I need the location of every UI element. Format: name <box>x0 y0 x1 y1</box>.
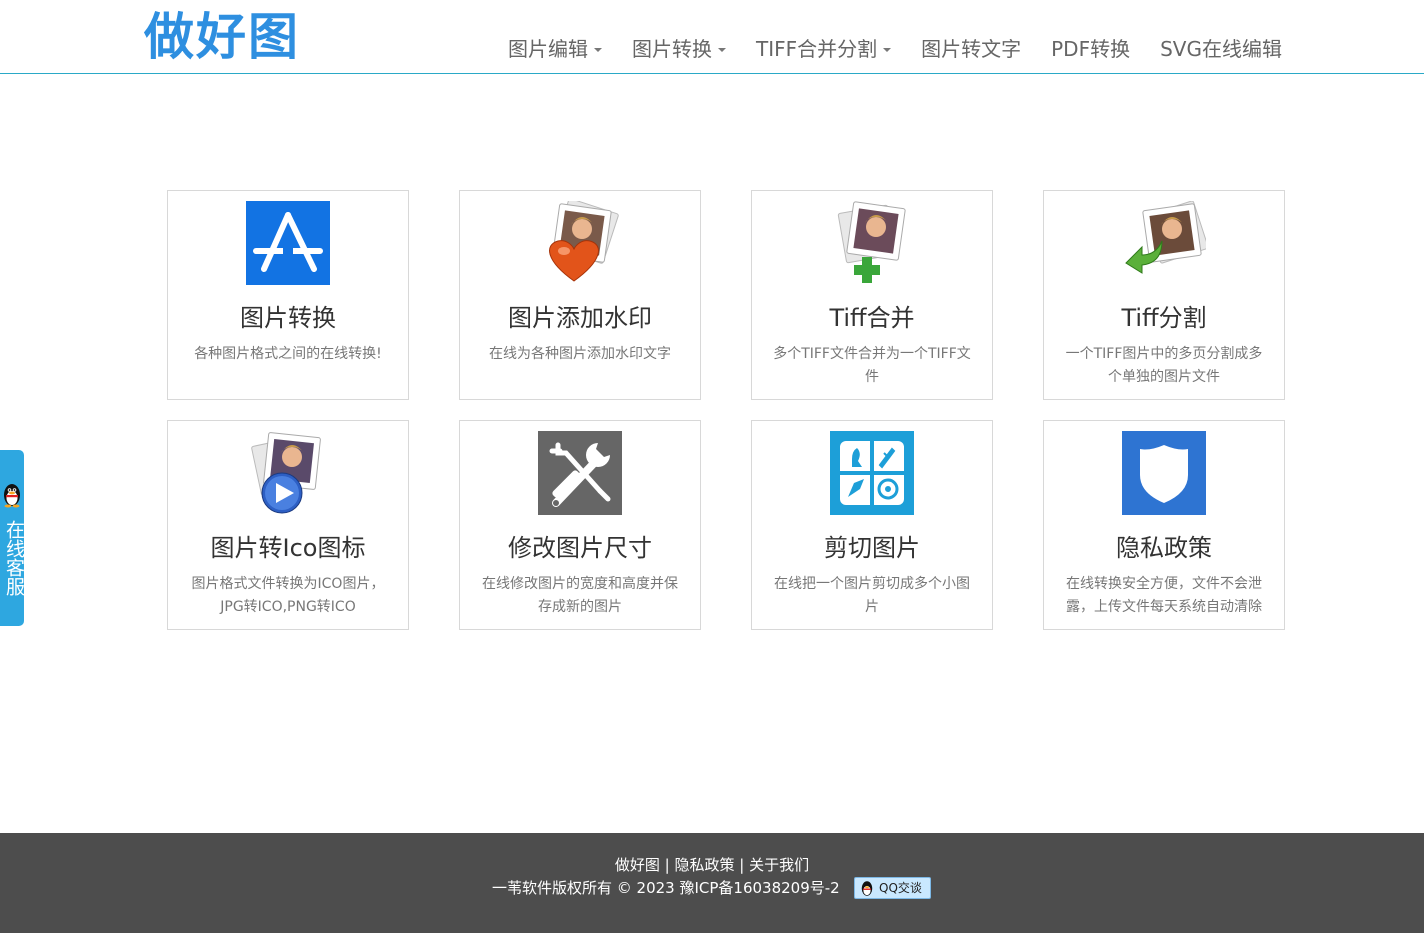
nav-svg-editor[interactable]: SVG在线编辑 <box>1160 36 1282 62</box>
site-logo[interactable]: 做好图 <box>144 6 300 68</box>
nav-label: 图片转文字 <box>921 37 1022 61</box>
app-store-icon <box>246 201 330 285</box>
card-title: Tiff合并 <box>829 304 915 332</box>
footer-separator: | <box>739 856 745 874</box>
card-title: 图片转换 <box>240 304 336 332</box>
tool-grid: 图片转换 各种图片格式之间的在线转换! 图片添加水印 在线为各种图片添加水印文字… <box>167 190 1287 630</box>
card-description: 各种图片格式之间的在线转换! <box>194 346 382 362</box>
card-image-convert[interactable]: 图片转换 各种图片格式之间的在线转换! <box>167 190 409 400</box>
qq-chat-button[interactable]: QQ交谈 <box>854 877 931 899</box>
card-description: 在线为各种图片添加水印文字 <box>489 346 671 362</box>
nav-label: 图片编辑 <box>508 37 588 61</box>
card-tiff-split[interactable]: Tiff分割 一个TIFF图片中的多页分割成多个单独的图片文件 <box>1043 190 1285 400</box>
nav-tiff-merge-split[interactable]: TIFF合并分割 <box>756 36 892 62</box>
qq-penguin-icon <box>4 484 20 508</box>
caret-down-icon <box>883 48 892 52</box>
qq-penguin-icon <box>861 881 873 896</box>
caret-down-icon <box>594 48 602 52</box>
photo-heart-icon <box>549 201 619 282</box>
card-resize[interactable]: 修改图片尺寸 在线修改图片的宽度和高度并保存成新的图片 <box>459 420 701 630</box>
nav-image-to-text[interactable]: 图片转文字 <box>921 36 1021 62</box>
tools-icon <box>538 431 622 515</box>
card-title: 图片添加水印 <box>508 304 652 332</box>
card-title: 修改图片尺寸 <box>508 534 652 562</box>
online-service-tab[interactable]: 在线客服 <box>0 450 25 626</box>
photo-arrow-icon <box>1125 201 1206 274</box>
side-tab-label: 在线客服 <box>3 520 25 596</box>
site-footer: 做好图 | 隐私政策 | 关于我们 一苇软件版权所有 © 2023 豫ICP备1… <box>0 833 1424 933</box>
nav-image-convert[interactable]: 图片转换 <box>632 36 726 62</box>
nav-label: TIFF合并分割 <box>756 37 878 61</box>
nav-label: 图片转换 <box>632 37 712 61</box>
card-watermark[interactable]: 图片添加水印 在线为各种图片添加水印文字 <box>459 190 701 400</box>
footer-separator: | <box>664 856 670 874</box>
crop-tools-icon <box>830 431 914 515</box>
nav-label: PDF转换 <box>1051 37 1131 61</box>
card-description: 多个TIFF文件合并为一个TIFF文件 <box>773 346 971 385</box>
card-title: Tiff分割 <box>1121 304 1207 332</box>
card-description: 在线把一个图片剪切成多个小图片 <box>774 576 970 615</box>
nav-label: SVG在线编辑 <box>1160 37 1282 61</box>
photo-plus-icon <box>837 201 906 283</box>
shield-icon <box>1122 431 1206 515</box>
site-header: 做好图 图片编辑 图片转换 TIFF合并分割 图片转文字 PDF转换 SVG在线… <box>0 0 1424 74</box>
card-description: 在线转换安全方便，文件不会泄露，上传文件每天系统自动清除 <box>1066 576 1262 615</box>
card-title: 图片转Ico图标 <box>210 534 366 562</box>
main-nav: 图片编辑 图片转换 TIFF合并分割 图片转文字 PDF转换 SVG在线编辑 <box>508 36 1282 62</box>
footer-link-home[interactable]: 做好图 <box>615 856 660 874</box>
card-image-to-ico[interactable]: 图片转Ico图标 图片格式文件转换为ICO图片，JPG转ICO,PNG转ICO <box>167 420 409 630</box>
card-title: 隐私政策 <box>1116 534 1212 562</box>
card-tiff-merge[interactable]: Tiff合并 多个TIFF文件合并为一个TIFF文件 <box>751 190 993 400</box>
card-privacy[interactable]: 隐私政策 在线转换安全方便，文件不会泄露，上传文件每天系统自动清除 <box>1043 420 1285 630</box>
nav-pdf-convert[interactable]: PDF转换 <box>1051 36 1130 62</box>
footer-link-about[interactable]: 关于我们 <box>749 856 809 874</box>
qq-chat-label: QQ交谈 <box>879 881 922 895</box>
footer-link-privacy[interactable]: 隐私政策 <box>674 856 734 874</box>
footer-copyright: 一苇软件版权所有 © 2023 豫ICP备16038209号-2 <box>492 879 840 897</box>
card-description: 一个TIFF图片中的多页分割成多个单独的图片文件 <box>1065 346 1263 385</box>
nav-image-edit[interactable]: 图片编辑 <box>508 36 602 62</box>
photo-play-icon <box>251 432 321 514</box>
card-description: 在线修改图片的宽度和高度并保存成新的图片 <box>482 576 678 615</box>
card-title: 剪切图片 <box>824 534 920 562</box>
caret-down-icon <box>718 48 726 52</box>
card-description: 图片格式文件转换为ICO图片，JPG转ICO,PNG转ICO <box>191 576 385 615</box>
card-crop[interactable]: 剪切图片 在线把一个图片剪切成多个小图片 <box>751 420 993 630</box>
footer-links: 做好图 | 隐私政策 | 关于我们 <box>0 855 1424 875</box>
